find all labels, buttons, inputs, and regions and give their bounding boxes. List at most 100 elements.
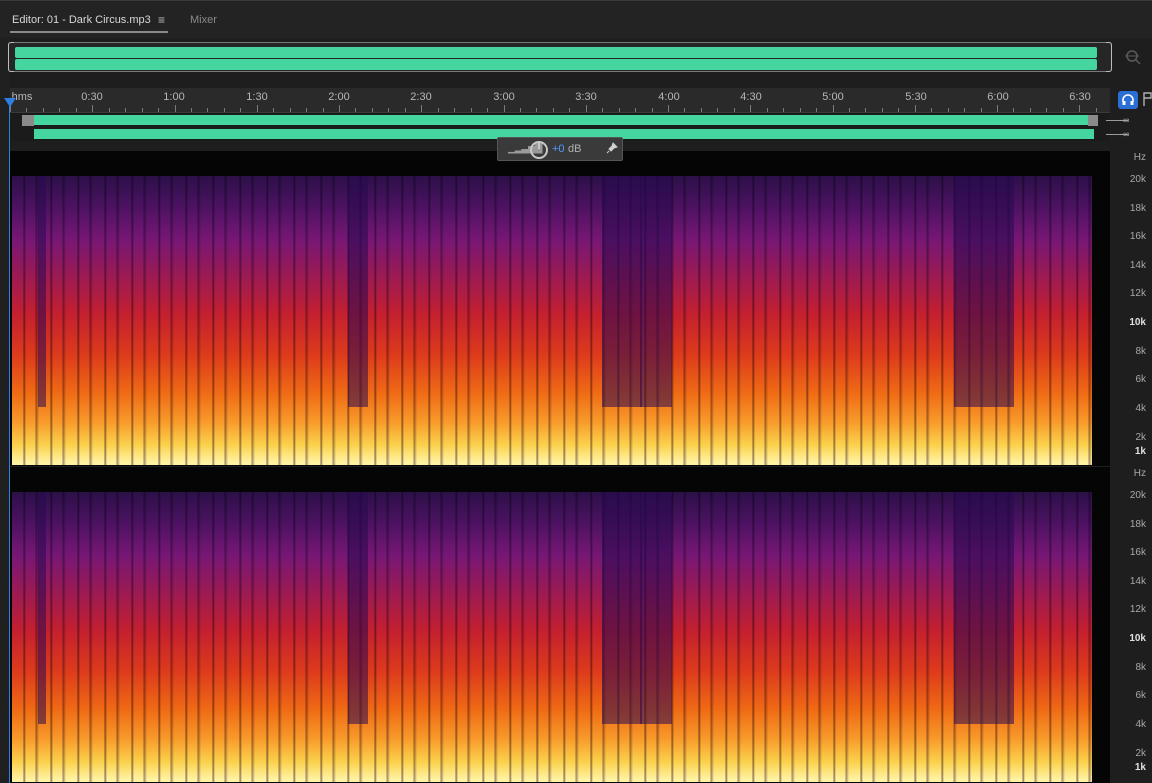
spectral-gap: [602, 492, 642, 724]
ruler-tick: [536, 108, 538, 112]
ruler-tick: [207, 108, 209, 112]
freq-label: 12k: [1129, 604, 1146, 615]
freq-label: 2k: [1135, 432, 1146, 443]
freq-label: 16k: [1129, 231, 1146, 242]
ruler-tick: [240, 108, 242, 112]
ruler-tick: [552, 108, 554, 112]
ruler-label: 1:00: [163, 91, 185, 103]
fade-in-handle[interactable]: [22, 115, 34, 126]
freq-label: 6k: [1135, 690, 1146, 701]
freq-label: 4k: [1135, 719, 1146, 730]
ruler-tick: [914, 105, 916, 112]
ruler-tick: [750, 105, 752, 112]
freq-label: 2k: [1135, 748, 1146, 759]
gain-knob[interactable]: [530, 141, 548, 159]
spectral-gap: [602, 176, 642, 408]
overview-navigator[interactable]: [8, 42, 1112, 72]
freq-label: 6k: [1135, 374, 1146, 385]
spectral-texture: [12, 176, 1092, 465]
overview-waveform-left: [15, 47, 1097, 58]
ruler-label: 1:30: [246, 91, 268, 103]
spectral-gap: [348, 492, 368, 724]
ruler-tick: [635, 108, 637, 112]
fade-out-handle[interactable]: [1088, 115, 1098, 126]
freq-label: 18k: [1129, 519, 1146, 530]
spectrogram-channel-1[interactable]: [10, 151, 1110, 466]
ruler-tick: [125, 108, 127, 112]
gain-hud[interactable]: ▁▂▃▅▇ +0 dB: [497, 137, 623, 161]
ruler-label: 3:00: [493, 91, 515, 103]
frequency-axis-channel-1: Hz 20k 18k 16k 14k 12k 10k 8k 6k 4k 2k 1…: [1110, 151, 1152, 466]
ruler-tick: [668, 105, 669, 112]
ruler-label: 4:30: [740, 91, 762, 103]
freq-label: 14k: [1129, 576, 1146, 587]
playhead-icon[interactable]: [4, 98, 16, 107]
time-ruler[interactable]: hms 0:30 1:00 1:30 2:00 2:30 3:00 3:30 4…: [10, 88, 1110, 113]
ruler-tick: [487, 108, 489, 112]
ruler-tick: [848, 108, 850, 112]
ruler-tick: [26, 108, 28, 112]
ruler-tick: [503, 105, 505, 112]
meter-readout-left: -∞: [1120, 115, 1130, 125]
ruler-label: 2:30: [410, 91, 432, 103]
ruler-label: 0:30: [81, 91, 103, 103]
ruler-tick: [1029, 108, 1031, 112]
ruler-tick: [223, 108, 225, 112]
gain-value[interactable]: +0: [552, 143, 565, 155]
spectrogram-display: [12, 176, 1092, 465]
ruler-tick: [618, 108, 620, 112]
ruler-tick: [75, 108, 77, 112]
ruler-tick: [700, 108, 702, 112]
ruler-label: 4:00: [658, 91, 680, 103]
ruler-tick: [59, 108, 61, 112]
ruler-tick: [602, 108, 604, 112]
freq-label: 1k: [1134, 446, 1146, 457]
ruler-tick: [371, 108, 373, 112]
spectrogram-channel-2[interactable]: [10, 467, 1110, 783]
ruler-tick: [339, 105, 340, 112]
ruler-label: 3:30: [575, 91, 597, 103]
ruler-tick: [470, 108, 472, 112]
marker-icon[interactable]: [1142, 91, 1152, 109]
freq-label: 14k: [1129, 260, 1146, 271]
spectral-gap: [954, 176, 1014, 408]
pin-icon[interactable]: [606, 142, 618, 157]
ruler-tick: [980, 108, 982, 112]
ruler-tick: [174, 105, 176, 112]
ruler-tick: [141, 108, 143, 112]
ruler-tick: [273, 108, 275, 112]
freq-label: 10k: [1129, 317, 1146, 328]
ruler-tick: [190, 108, 192, 112]
zoom-icon[interactable]: [1124, 48, 1142, 66]
meter-readout-right: -∞: [1120, 129, 1130, 139]
ruler-tick: [1079, 105, 1081, 112]
ruler-label: 5:30: [905, 91, 927, 103]
ruler-tick: [881, 108, 883, 112]
ruler-tick: [1095, 108, 1097, 112]
ruler-tick: [832, 105, 834, 112]
overview-right-handle[interactable]: [1106, 42, 1112, 72]
freq-label: 20k: [1129, 490, 1146, 501]
overview-left-handle[interactable]: [8, 42, 14, 72]
spectral-gap: [954, 492, 1014, 724]
ruler-tick: [947, 108, 949, 112]
spectral-gap: [348, 176, 368, 408]
ruler-tick: [717, 108, 719, 112]
gain-unit: dB: [568, 143, 582, 155]
frequency-axis-channel-2: Hz 20k 18k 16k 14k 12k 10k 8k 6k 4k 2k 1…: [1110, 467, 1152, 783]
freq-unit-label: Hz: [1133, 152, 1146, 163]
tab-mixer[interactable]: Mixer: [190, 14, 217, 26]
headphones-icon[interactable]: [1118, 91, 1138, 109]
panel-tab-bar: Editor: 01 - Dark Circus.mp3 ≡ Mixer: [0, 0, 1152, 38]
ruler-tick: [1013, 108, 1015, 112]
ruler-tick: [256, 105, 258, 112]
tab-editor[interactable]: Editor: 01 - Dark Circus.mp3: [12, 14, 151, 26]
panel-menu-icon[interactable]: ≡: [158, 13, 165, 27]
ruler-tick: [289, 108, 291, 112]
freq-unit-label: Hz: [1133, 468, 1146, 479]
active-tab-indicator: [10, 31, 168, 33]
freq-label: 18k: [1129, 203, 1146, 214]
spectral-gap: [38, 176, 46, 408]
ruler-tick: [388, 108, 390, 112]
freq-label: 12k: [1129, 288, 1146, 299]
